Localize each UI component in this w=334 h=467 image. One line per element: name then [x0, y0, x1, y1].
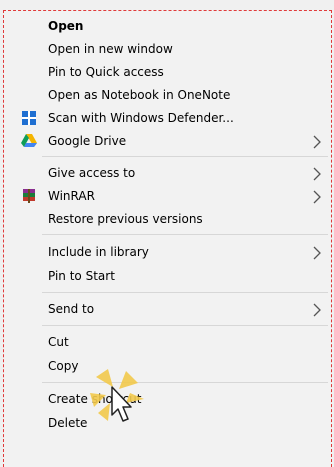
menu-item-open[interactable]: Open: [4, 15, 331, 37]
winrar-icon: [21, 188, 37, 204]
menu-separator: [42, 325, 328, 326]
menu-item-label: Pin to Quick access: [48, 65, 164, 79]
menu-item-pin-start[interactable]: Pin to Start: [4, 265, 331, 287]
menu-item-pin-quick-access[interactable]: Pin to Quick access: [4, 61, 331, 83]
menu-item-label: Copy: [48, 359, 79, 373]
chevron-right-icon: [311, 302, 323, 317]
menu-item-open-new-window[interactable]: Open in new window: [4, 38, 331, 60]
menu-item-restore-versions[interactable]: Restore previous versions: [4, 208, 331, 230]
menu-item-give-access[interactable]: Give access to: [4, 162, 331, 184]
chevron-right-icon: [311, 134, 323, 149]
chevron-right-icon: [311, 245, 323, 260]
menu-item-label: Scan with Windows Defender...: [48, 111, 234, 125]
menu-item-label: Cut: [48, 335, 69, 349]
menu-item-label: Restore previous versions: [48, 212, 203, 226]
menu-item-label: WinRAR: [48, 189, 95, 203]
menu-item-send-to[interactable]: Send to: [4, 298, 331, 320]
menu-item-google-drive[interactable]: Google Drive: [4, 130, 331, 152]
hand-pointer-click-icon: [86, 369, 156, 439]
google-drive-icon: [21, 133, 37, 149]
menu-item-label: Include in library: [48, 245, 149, 259]
menu-separator: [42, 156, 328, 157]
menu-item-label: Google Drive: [48, 134, 127, 148]
context-menu: Open Open in new window Pin to Quick acc…: [3, 10, 332, 467]
chevron-right-icon: [311, 189, 323, 204]
menu-item-scan-defender[interactable]: Scan with Windows Defender...: [4, 107, 331, 129]
menu-separator: [42, 234, 328, 235]
menu-item-label: Delete: [48, 416, 88, 430]
menu-separator: [42, 292, 328, 293]
menu-item-delete[interactable]: Delete: [4, 412, 331, 434]
chevron-right-icon: [311, 166, 323, 181]
menu-item-winrar[interactable]: WinRAR: [4, 185, 331, 207]
menu-item-label: Open in new window: [48, 42, 173, 56]
menu-item-include-library[interactable]: Include in library: [4, 241, 331, 263]
menu-item-copy[interactable]: Copy: [4, 355, 331, 377]
menu-item-open-onenote[interactable]: Open as Notebook in OneNote: [4, 84, 331, 106]
menu-item-label: Send to: [48, 302, 95, 316]
menu-item-create-shortcut[interactable]: Create shortcut: [4, 388, 331, 410]
windows-defender-icon: [21, 110, 37, 126]
menu-item-label: Give access to: [48, 166, 136, 180]
menu-item-label: Pin to Start: [48, 269, 115, 283]
menu-item-label: Open: [48, 19, 84, 33]
menu-item-label: Open as Notebook in OneNote: [48, 88, 231, 102]
menu-separator: [42, 382, 328, 383]
menu-item-cut[interactable]: Cut: [4, 331, 331, 353]
